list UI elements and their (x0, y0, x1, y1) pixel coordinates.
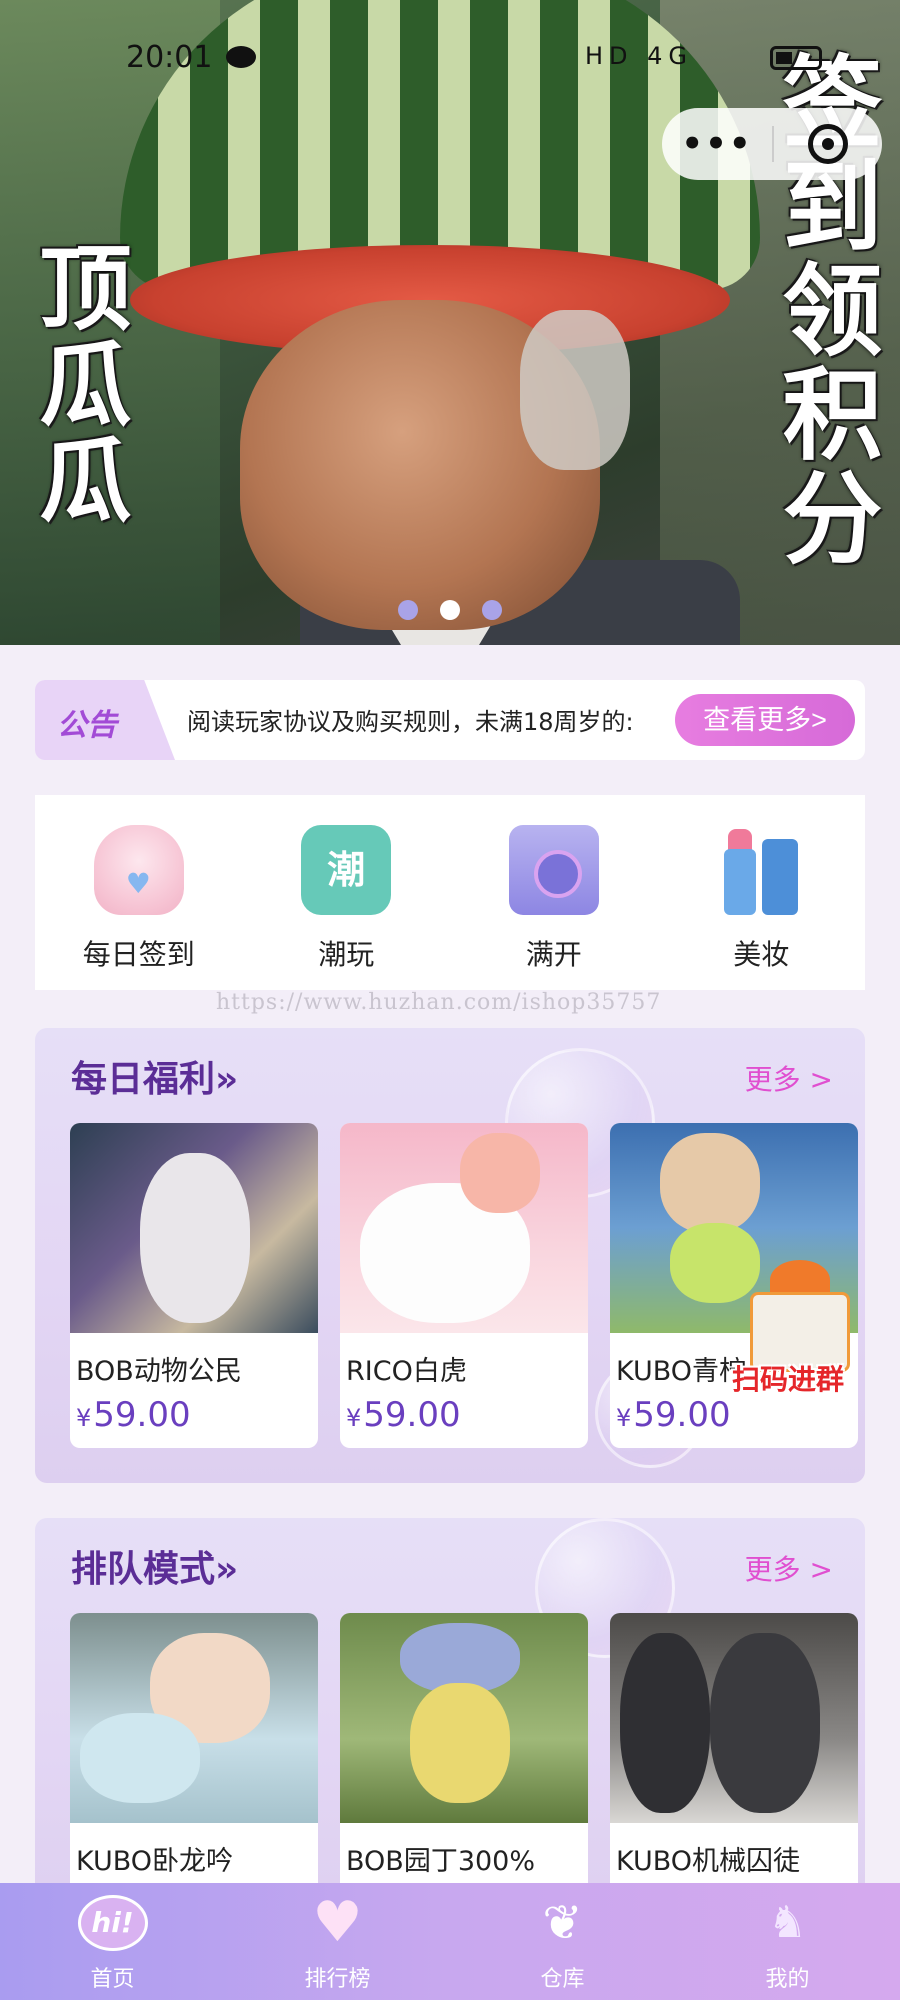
quick-nav-checkin[interactable]: 每日签到 (35, 795, 243, 990)
queue-mode-section: 排队模式» 更多 > KUBO卧龙吟 BOB园丁300% KUBO机械囚徒 (35, 1518, 865, 1938)
product-name: BOB园丁300% (346, 1846, 536, 1877)
battery-icon (770, 46, 822, 70)
quick-nav-beauty[interactable]: 美妆 (658, 795, 866, 990)
quick-nav-label: 每日签到 (82, 938, 195, 971)
carousel-dot-active[interactable] (440, 600, 460, 620)
hi-bubble-icon: hi! (77, 1895, 148, 1951)
tab-home[interactable]: hi! 首页 (0, 1883, 225, 2000)
tab-mine[interactable]: ♞ 我的 (675, 1883, 900, 2000)
quick-nav-trendy[interactable]: 潮 潮玩 (243, 795, 451, 990)
product-name: KUBO机械囚徒 (616, 1846, 801, 1877)
section-title: 每日福利» (71, 1059, 239, 1100)
close-miniprogram-button[interactable] (774, 124, 882, 164)
figure-shape (620, 1633, 710, 1813)
hero-banner[interactable]: 顶瓜瓜 签到领积分 (0, 0, 900, 645)
quick-nav: 每日签到 潮 潮玩 满开 美妆 (35, 795, 865, 990)
tab-bar: hi! 首页 ♥ 排行榜 ❦ 仓库 ♞ 我的 (0, 1883, 900, 2000)
portrait-hair (520, 310, 630, 470)
product-image (340, 1123, 588, 1333)
product-name: RICO白虎 (346, 1356, 467, 1387)
status-bar: 20:01 HD 4G (0, 30, 900, 80)
view-more-button[interactable]: 查看更多> (675, 694, 855, 746)
daily-welfare-section: 每日福利» 更多 > BOB动物公民 ¥59.00 RICO白虎 ¥59.00 … (35, 1028, 865, 1483)
figure-shape (460, 1133, 540, 1213)
quick-nav-label: 潮玩 (318, 938, 375, 971)
status-time: 20:01 (126, 40, 213, 75)
carousel-dots (0, 600, 900, 620)
product-name: BOB动物公民 (76, 1356, 242, 1387)
tab-ranking[interactable]: ♥ 排行榜 (225, 1883, 450, 2000)
tab-label: 我的 (765, 1967, 810, 1992)
heart-icon: ♥ (312, 1890, 363, 1955)
product-card[interactable]: RICO白虎 ¥59.00 (340, 1123, 588, 1448)
product-price: ¥59.00 (616, 1395, 731, 1435)
figure-shape (80, 1713, 200, 1803)
join-group-text: 扫码进群 (732, 1363, 845, 1396)
figure-shape (660, 1133, 760, 1233)
quick-nav-bloom[interactable]: 满开 (450, 795, 658, 990)
target-icon (808, 124, 848, 164)
product-price: ¥59.00 (76, 1395, 191, 1435)
lipstick-icon (716, 825, 806, 915)
tab-label: 仓库 (540, 1967, 585, 1992)
product-card[interactable]: BOB动物公民 ¥59.00 (70, 1123, 318, 1448)
signal-icons: HD 4G (585, 42, 694, 70)
figure-shape (410, 1683, 510, 1803)
tab-warehouse[interactable]: ❦ 仓库 (450, 1883, 675, 2000)
notice-tag: 公告 (35, 680, 175, 760)
join-group-badge[interactable]: 扫码进群 (732, 1260, 860, 1396)
watermark-text: https://www.huzhan.com/ishop35757 (216, 990, 662, 1015)
figure-shape (140, 1153, 250, 1323)
wechat-icon (226, 46, 256, 68)
carousel-dot[interactable] (398, 600, 418, 620)
quick-nav-label: 满开 (525, 938, 582, 971)
ghost-heart-icon (93, 825, 184, 915)
camera-icon (508, 825, 599, 915)
product-price: ¥59.00 (346, 1395, 461, 1435)
product-name: KUBO青柠 (616, 1356, 747, 1387)
product-image (610, 1613, 858, 1823)
figure-shape (710, 1633, 820, 1813)
wings-icon: ❦ (542, 1895, 583, 1951)
more-link[interactable]: 更多 > (745, 1548, 833, 1588)
unicorn-icon: ♞ (767, 1897, 808, 1948)
product-name: KUBO卧龙吟 (76, 1846, 234, 1877)
carousel-dot[interactable] (482, 600, 502, 620)
miniprogram-capsule: ••• (662, 108, 882, 180)
product-image (340, 1613, 588, 1823)
chao-badge-icon: 潮 (301, 825, 392, 915)
tab-label: 首页 (90, 1967, 135, 1992)
product-image (70, 1123, 318, 1333)
notice-bar: 公告 阅读玩家协议及购买规则，未满18周岁的: 查看更多> (35, 680, 865, 760)
banner-left-text: 顶瓜瓜 (24, 240, 132, 528)
more-menu-button[interactable]: ••• (662, 124, 772, 164)
quick-nav-label: 美妆 (733, 938, 790, 971)
more-link[interactable]: 更多 > (745, 1058, 833, 1098)
notice-text: 阅读玩家协议及购买规则，未满18周岁的: (187, 708, 634, 736)
product-image (70, 1613, 318, 1823)
section-title: 排队模式» (71, 1549, 239, 1590)
tab-label: 排行榜 (304, 1967, 371, 1992)
